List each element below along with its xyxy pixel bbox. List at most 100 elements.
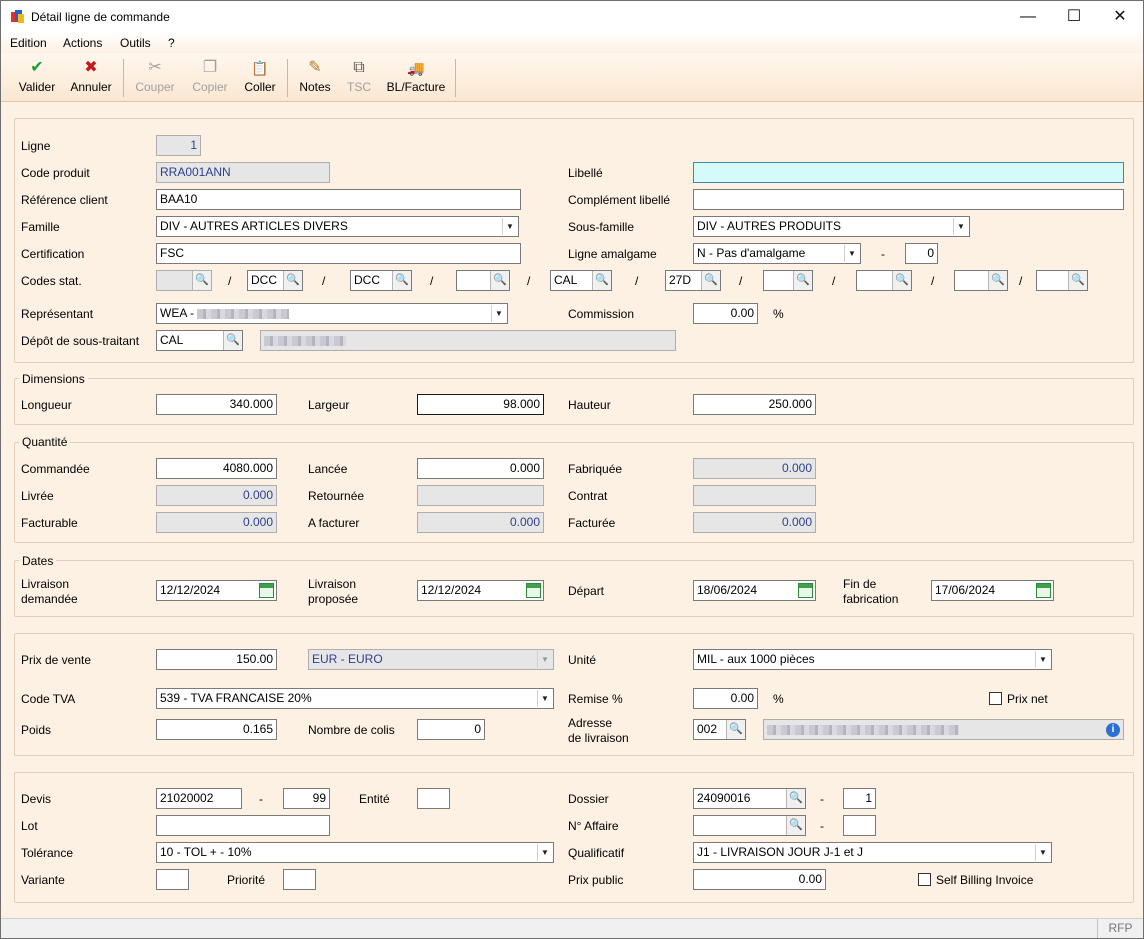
famille-select[interactable]: DIV - AUTRES ARTICLES DIVERS ▼: [156, 216, 519, 237]
ligne-amalgame-select[interactable]: N - Pas d'amalgame ▼: [693, 243, 861, 264]
code-stat-7[interactable]: 🔍: [763, 270, 813, 291]
calendar-icon[interactable]: [526, 583, 541, 598]
lot-input[interactable]: [156, 815, 330, 836]
menu-help[interactable]: ?: [168, 36, 175, 50]
affaire-input[interactable]: 🔍: [693, 815, 806, 836]
code-stat-5[interactable]: CAL 🔍: [550, 270, 612, 291]
code-stat-8[interactable]: 🔍: [856, 270, 912, 291]
menu-actions[interactable]: Actions: [63, 36, 102, 50]
depart-date[interactable]: 18/06/2024: [693, 580, 816, 601]
complement-input[interactable]: [693, 189, 1124, 210]
search-icon[interactable]: 🔍: [726, 720, 745, 739]
menu-outils[interactable]: Outils: [120, 36, 151, 50]
amalgame-number-input[interactable]: 0: [905, 243, 938, 264]
certification-input[interactable]: FSC: [156, 243, 521, 264]
copier-button[interactable]: ❐ Copier: [187, 58, 233, 100]
livraison-proposee-date[interactable]: 12/12/2024: [417, 580, 544, 601]
qualificatif-select[interactable]: J1 - LIVRAISON JOUR J-1 et J ▼: [693, 842, 1052, 863]
tsc-button[interactable]: ⧉ TSC: [341, 58, 377, 100]
code-stat-10[interactable]: 🔍: [1036, 270, 1088, 291]
longueur-input[interactable]: 340.000: [156, 394, 277, 415]
depot-input[interactable]: CAL 🔍: [156, 330, 243, 351]
code-stat-2[interactable]: DCC 🔍: [247, 270, 303, 291]
chevron-down-icon[interactable]: ▼: [1035, 651, 1050, 668]
unite-value: MIL - aux 1000 pièces: [697, 652, 815, 666]
chevron-down-icon[interactable]: ▼: [953, 218, 968, 235]
calendar-icon[interactable]: [259, 583, 274, 598]
livraison-demandee-date[interactable]: 12/12/2024: [156, 580, 277, 601]
adresse-input[interactable]: 002 🔍: [693, 719, 746, 740]
tolerance-value: 10 - TOL + - 10%: [160, 845, 252, 859]
copy-icon: ❐: [202, 59, 218, 76]
largeur-input[interactable]: 98.000: [417, 394, 544, 415]
search-icon[interactable]: 🔍: [786, 789, 805, 808]
calendar-icon[interactable]: [798, 583, 813, 598]
affaire-number-input[interactable]: [843, 815, 876, 836]
menu-edition[interactable]: Edition: [10, 36, 47, 50]
search-icon[interactable]: 🔍: [283, 271, 302, 290]
search-icon[interactable]: 🔍: [892, 271, 911, 290]
qualificatif-label: Qualificatif: [568, 846, 625, 860]
chevron-down-icon[interactable]: ▼: [844, 245, 859, 262]
notes-button[interactable]: ✎ Notes: [295, 58, 335, 100]
search-icon[interactable]: 🔍: [592, 271, 611, 290]
code-stat-3[interactable]: DCC 🔍: [350, 270, 412, 291]
remise-input[interactable]: 0.00: [693, 688, 758, 709]
search-icon[interactable]: 🔍: [793, 271, 812, 290]
unite-select[interactable]: MIL - aux 1000 pièces ▼: [693, 649, 1052, 670]
lancee-input[interactable]: 0.000: [417, 458, 544, 479]
minimize-button[interactable]: —: [1005, 1, 1051, 32]
prix-net-checkbox[interactable]: [989, 692, 1002, 705]
dossier-number-input[interactable]: 1: [843, 788, 876, 809]
search-icon[interactable]: 🔍: [786, 816, 805, 835]
code-stat-6[interactable]: 27D 🔍: [665, 270, 721, 291]
coller-button[interactable]: 📋 Coller: [239, 58, 281, 100]
search-icon[interactable]: 🔍: [1068, 271, 1087, 290]
devis-input[interactable]: 21020002: [156, 788, 242, 809]
chevron-down-icon[interactable]: ▼: [491, 305, 506, 322]
search-icon[interactable]: 🔍: [490, 271, 509, 290]
fin-fabrication-date[interactable]: 17/06/2024: [931, 580, 1054, 601]
depot-name-field: [260, 330, 676, 351]
dossier-input[interactable]: 24090016 🔍: [693, 788, 806, 809]
close-button[interactable]: ✕: [1097, 1, 1143, 32]
couper-button[interactable]: ✂ Couper: [132, 58, 178, 100]
search-icon[interactable]: 🔍: [192, 271, 211, 290]
commandee-input[interactable]: 4080.000: [156, 458, 277, 479]
hauteur-input[interactable]: 250.000: [693, 394, 816, 415]
code-stat-4[interactable]: 🔍: [456, 270, 510, 291]
nb-colis-input[interactable]: 0: [417, 719, 485, 740]
bl-facture-button[interactable]: 🚚 BL/Facture: [383, 58, 449, 100]
valider-button[interactable]: ✔ Valider: [15, 58, 59, 100]
poids-input[interactable]: 0.165: [156, 719, 277, 740]
maximize-button[interactable]: ☐: [1051, 1, 1097, 32]
variante-input[interactable]: [156, 869, 189, 890]
sous-famille-select[interactable]: DIV - AUTRES PRODUITS ▼: [693, 216, 970, 237]
search-icon[interactable]: 🔍: [701, 271, 720, 290]
chevron-down-icon[interactable]: ▼: [1035, 844, 1050, 861]
code-tva-select[interactable]: 539 - TVA FRANCAISE 20% ▼: [156, 688, 554, 709]
prix-public-input[interactable]: 0.00: [693, 869, 826, 890]
ref-client-input[interactable]: BAA10: [156, 189, 521, 210]
annuler-button[interactable]: ✖ Annuler: [67, 58, 115, 100]
prix-vente-input[interactable]: 150.00: [156, 649, 277, 670]
chevron-down-icon[interactable]: ▼: [502, 218, 517, 235]
code-stat-1[interactable]: 🔍: [156, 270, 212, 291]
libelle-input[interactable]: [693, 162, 1124, 183]
priorite-input[interactable]: [283, 869, 316, 890]
tolerance-select[interactable]: 10 - TOL + - 10% ▼: [156, 842, 554, 863]
chevron-down-icon[interactable]: ▼: [537, 690, 552, 707]
info-icon[interactable]: i: [1106, 723, 1120, 737]
calendar-icon[interactable]: [1036, 583, 1051, 598]
commission-input[interactable]: 0.00: [693, 303, 758, 324]
search-icon[interactable]: 🔍: [223, 331, 242, 350]
self-billing-checkbox[interactable]: [918, 873, 931, 886]
slash-separator: /: [228, 274, 232, 288]
code-stat-9[interactable]: 🔍: [954, 270, 1008, 291]
entite-input[interactable]: [417, 788, 450, 809]
representant-select[interactable]: WEA - ▼: [156, 303, 508, 324]
search-icon[interactable]: 🔍: [988, 271, 1007, 290]
chevron-down-icon[interactable]: ▼: [537, 844, 552, 861]
search-icon[interactable]: 🔍: [392, 271, 411, 290]
devis-number-input[interactable]: 99: [283, 788, 330, 809]
